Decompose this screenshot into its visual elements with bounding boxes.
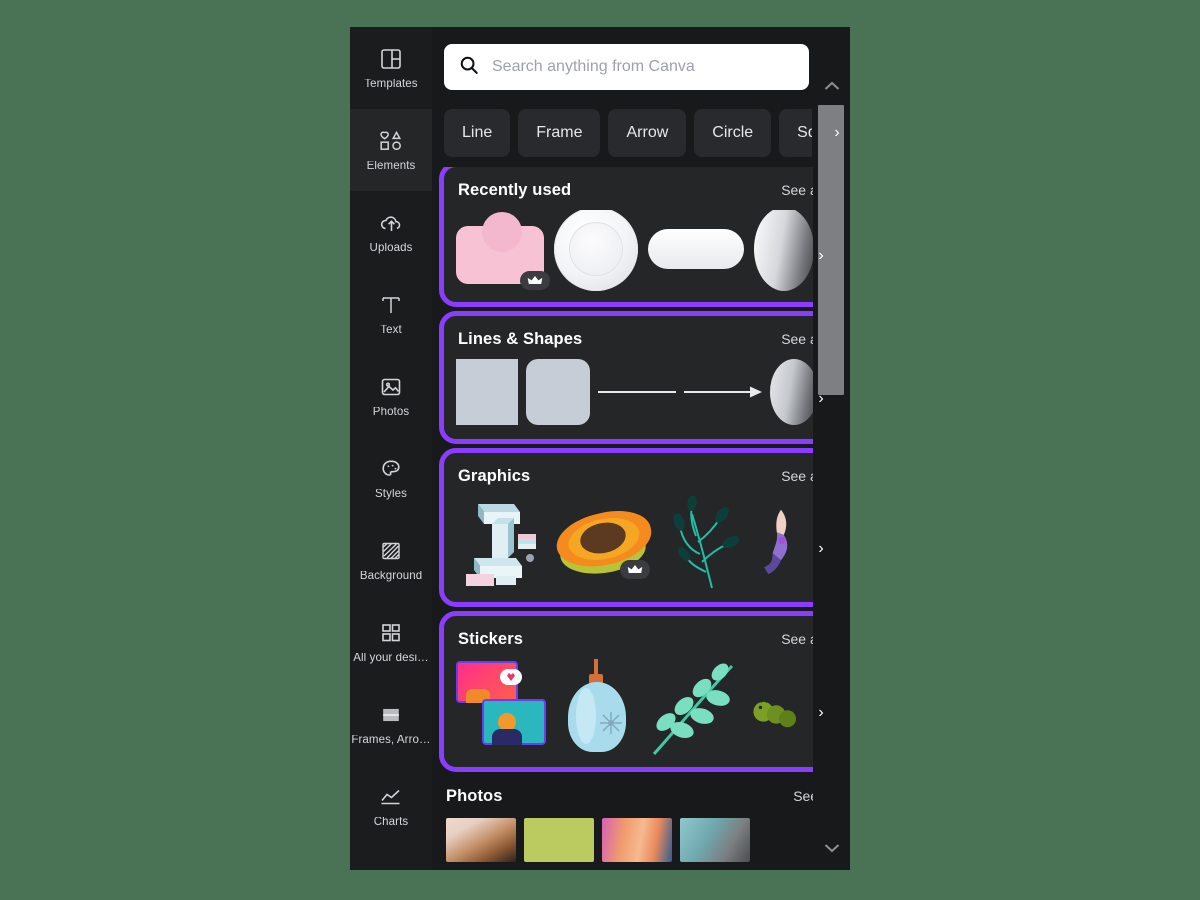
photo-thumbnail[interactable] <box>602 818 672 862</box>
section-strip: › <box>444 210 838 302</box>
element-tile[interactable] <box>456 212 550 290</box>
section-header: Photos See all <box>444 781 838 818</box>
section-title: Recently used <box>458 181 572 199</box>
section-strip: › <box>444 496 838 602</box>
section-stickers: Stickers See all › <box>439 611 843 772</box>
scrollbar-down-arrow-icon[interactable] <box>813 834 850 862</box>
section-title: Lines & Shapes <box>458 330 583 348</box>
sidebar-item-label: Uploads <box>369 242 413 254</box>
element-tile[interactable] <box>648 659 740 758</box>
section-header: Lines & Shapes See all <box>444 316 838 359</box>
strip-next-arrow-icon[interactable]: › <box>810 536 832 562</box>
filter-chips-row: Line Frame Arrow Circle Squa <box>444 109 812 157</box>
section-lines-and-shapes: Lines & Shapes See all › <box>439 311 843 444</box>
templates-icon <box>378 46 404 72</box>
chip-arrow[interactable]: Arrow <box>608 109 687 157</box>
sidebar-item-background[interactable]: Background <box>350 519 432 601</box>
sidebar-item-label: Elements <box>366 160 416 172</box>
sidebar-item-label: All your desi… <box>353 652 429 664</box>
search-input[interactable] <box>492 58 795 76</box>
search-box[interactable] <box>444 44 809 90</box>
sidebar-item-label: Templates <box>364 78 418 90</box>
sidebar-item-label: Charts <box>373 816 409 828</box>
sidebar-item-frames-arrows[interactable]: Frames, Arro… <box>350 683 432 765</box>
all-designs-icon <box>378 620 404 646</box>
element-tile[interactable] <box>648 229 744 269</box>
section-header: Recently used See all <box>444 167 838 210</box>
frames-icon <box>378 702 404 728</box>
sidebar-item-label: Frames, Arro… <box>351 734 431 746</box>
section-strip: › <box>444 359 838 439</box>
strip-next-arrow-icon[interactable]: › <box>810 700 832 726</box>
uploads-icon <box>378 210 404 236</box>
sidebar-item-label: Styles <box>375 488 407 500</box>
sidebar-item-label: Text <box>380 324 402 336</box>
photos-icon <box>378 374 404 400</box>
styles-icon <box>378 456 404 482</box>
photos-strip <box>444 818 838 862</box>
element-tile[interactable] <box>558 659 636 758</box>
pro-crown-badge <box>620 560 650 579</box>
charts-icon <box>378 784 404 810</box>
element-tile[interactable] <box>526 359 590 425</box>
element-tile[interactable] <box>456 659 546 757</box>
element-tile[interactable] <box>752 659 796 758</box>
sidebar-item-elements[interactable]: Elements <box>350 109 432 191</box>
sidebar-item-templates[interactable]: Templates <box>350 27 432 109</box>
sidebar-item-label: Photos <box>372 406 410 418</box>
element-tile[interactable] <box>456 359 518 425</box>
chip-line[interactable]: Line <box>444 109 511 157</box>
elements-content-scroll[interactable]: Recently used See all › Lines & Shapes S… <box>432 167 850 870</box>
text-icon <box>378 292 404 318</box>
photo-thumbnail[interactable] <box>524 818 594 862</box>
section-title: Graphics <box>458 467 531 485</box>
chip-square[interactable]: Squa <box>779 109 812 157</box>
chip-frame[interactable]: Frame <box>518 109 601 157</box>
photo-thumbnail[interactable] <box>680 818 750 862</box>
sidebar-item-photos[interactable]: Photos <box>350 355 432 437</box>
section-photos: Photos See all <box>444 781 838 862</box>
sidebar-item-styles[interactable]: Styles <box>350 437 432 519</box>
search-row <box>444 44 809 90</box>
element-tile[interactable] <box>684 359 762 425</box>
chips-next-arrow-icon[interactable]: › <box>824 109 850 157</box>
element-tile[interactable] <box>554 210 638 291</box>
sidebar-item-label: Background <box>359 570 423 582</box>
section-recently-used: Recently used See all › <box>439 167 843 307</box>
sidebar-item-uploads[interactable]: Uploads <box>350 191 432 273</box>
section-graphics: Graphics See all › <box>439 448 843 607</box>
element-tile[interactable] <box>760 496 802 592</box>
sidebar-item-charts[interactable]: Charts <box>350 765 432 847</box>
photo-thumbnail[interactable] <box>446 818 516 862</box>
pro-crown-badge <box>520 271 550 290</box>
scrollbar-up-arrow-icon[interactable] <box>813 72 850 100</box>
search-icon <box>458 54 480 81</box>
section-title: Photos <box>446 787 503 805</box>
element-tile[interactable] <box>456 496 542 592</box>
background-icon <box>378 538 404 564</box>
section-title: Stickers <box>458 630 524 648</box>
element-tile[interactable] <box>666 496 746 592</box>
element-tile[interactable] <box>754 210 814 291</box>
sidebar-item-text[interactable]: Text <box>350 273 432 355</box>
strip-next-arrow-icon[interactable]: › <box>810 243 832 269</box>
sidebar: Templates Elements Uploads Text Photos S… <box>350 27 432 870</box>
chip-circle[interactable]: Circle <box>694 109 772 157</box>
section-header: Graphics See all <box>444 453 838 496</box>
elements-panel: Line Frame Arrow Circle Squa › Recently … <box>432 27 850 870</box>
canva-editor-panel: Templates Elements Uploads Text Photos S… <box>350 27 850 870</box>
element-tile[interactable] <box>551 503 657 581</box>
strip-next-arrow-icon[interactable]: › <box>810 386 832 412</box>
section-strip: › <box>444 659 838 767</box>
sidebar-item-all-your-designs[interactable]: All your desi… <box>350 601 432 683</box>
elements-icon <box>378 128 404 154</box>
section-header: Stickers See all <box>444 616 838 659</box>
element-tile[interactable] <box>598 359 676 425</box>
